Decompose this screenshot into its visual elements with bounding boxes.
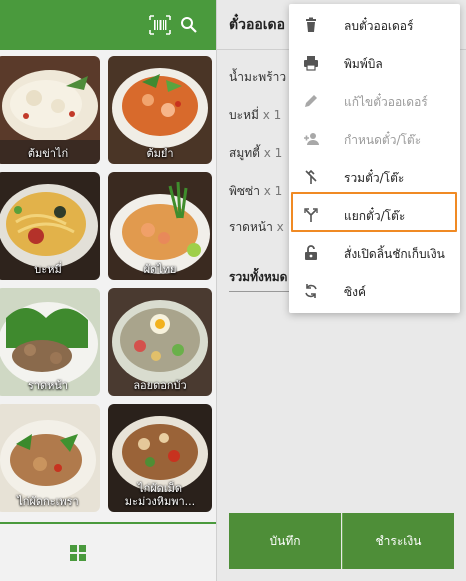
split-icon bbox=[303, 207, 319, 223]
menu-item-label: ลบตั๋วออเดอร์ bbox=[344, 19, 414, 33]
menu-item-sync[interactable]: ซิงค์ bbox=[289, 272, 460, 310]
order-item[interactable]: ราดหน้า x 1 bbox=[229, 218, 295, 237]
menu-item-delete-order[interactable]: ลบตั๋วออเดอร์ bbox=[289, 6, 460, 44]
menu-tile[interactable]: ต้มยำ bbox=[108, 56, 212, 164]
total-label: รวมทั้งหมด bbox=[229, 270, 288, 284]
menu-item-label: รวมตั๋ว/โต๊ะ bbox=[344, 171, 405, 185]
menu-item-print-bill[interactable]: พิมพ์บิล bbox=[289, 44, 460, 82]
menu-tile[interactable]: ไก่ผัดเม็ด มะม่วงหิมพา... bbox=[108, 404, 212, 512]
menu-item-label: ซิงค์ bbox=[344, 285, 367, 299]
printer-icon bbox=[303, 55, 319, 71]
menu-tile-label: ต้มข่าไก่ bbox=[27, 147, 69, 160]
order-item-name: บะหมี่ bbox=[229, 108, 259, 122]
order-title: ตั๋วออเดอ bbox=[229, 17, 286, 33]
pay-button[interactable]: ชำระเงิน bbox=[342, 513, 454, 569]
divider bbox=[229, 291, 289, 292]
sync-icon bbox=[303, 283, 319, 299]
menu-tile-label: บะหมี่ bbox=[34, 263, 62, 276]
order-item-name: น้ำมะพร้าว bbox=[229, 70, 287, 84]
order-item-qty: x 1 bbox=[263, 146, 283, 160]
menu-item-assign-table[interactable]: กำหนดตั๋ว/โต๊ะ bbox=[289, 120, 460, 158]
menu-tile[interactable]: บะหมี่ bbox=[0, 172, 100, 280]
menu-tile-label: ไก่ผัดเม็ด มะม่วงหิมพา... bbox=[124, 482, 196, 508]
menu-item-label: แก้ไขตั๋วออเดอร์ bbox=[344, 95, 428, 109]
menu-item-label: สั่งเปิดลิ้นชักเก็บเงิน bbox=[344, 247, 445, 261]
menu-tile-label: ราดหน้า bbox=[27, 379, 69, 392]
menu-item-label: พิมพ์บิล bbox=[344, 57, 383, 71]
order-item-name: ราดหน้า bbox=[229, 220, 273, 234]
order-item[interactable]: สมูทตี้ x 1 bbox=[229, 144, 282, 163]
menu-tile-label: ลอยดอกบัว bbox=[133, 379, 187, 392]
save-button[interactable]: บันทึก bbox=[229, 513, 341, 569]
order-item[interactable]: พิซซ่า x 1 bbox=[229, 182, 282, 201]
menu-tile-label: ต้มยำ bbox=[146, 147, 174, 160]
menu-item-split-table[interactable]: แยกตั๋ว/โต๊ะ bbox=[289, 196, 460, 234]
order-actions-menu: ลบตั๋วออเดอร์ พิมพ์บิล แก้ไขตั๋วออเดอร์ … bbox=[289, 4, 460, 313]
product-header bbox=[0, 0, 216, 50]
assign-person-icon bbox=[303, 131, 319, 147]
merge-icon bbox=[303, 169, 319, 185]
trash-icon bbox=[303, 17, 319, 33]
order-item[interactable]: บะหมี่ x 1 bbox=[229, 106, 281, 125]
order-item-name: สมูทตี้ bbox=[229, 146, 260, 160]
barcode-icon[interactable] bbox=[149, 15, 171, 35]
menu-item-merge-table[interactable]: รวมตั๋ว/โต๊ะ bbox=[289, 158, 460, 196]
product-footer bbox=[0, 522, 216, 581]
order-item-qty: x 1 bbox=[263, 184, 283, 198]
unlock-icon bbox=[303, 245, 319, 261]
menu-tile-label: ไก่ผัดกะเพรา bbox=[17, 495, 79, 508]
menu-tile[interactable]: ลอยดอกบัว bbox=[108, 288, 212, 396]
pencil-icon bbox=[303, 93, 319, 109]
menu-item-label: แยกตั๋ว/โต๊ะ bbox=[344, 209, 406, 223]
search-icon[interactable] bbox=[179, 15, 201, 35]
menu-tile[interactable]: ต้มข่าไก่ bbox=[0, 56, 100, 164]
order-item-qty: x 1 bbox=[262, 108, 282, 122]
product-panel: ต้มข่าไก่ ต้มยำ บะหมี่ ผัดไทย ราดหน้า ลอ… bbox=[0, 0, 216, 581]
menu-grid: ต้มข่าไก่ ต้มยำ บะหมี่ ผัดไทย ราดหน้า ลอ… bbox=[0, 56, 216, 512]
grid-view-icon[interactable] bbox=[70, 545, 86, 561]
menu-item-open-cash-drawer[interactable]: สั่งเปิดลิ้นชักเก็บเงิน bbox=[289, 234, 460, 272]
menu-item-edit-order[interactable]: แก้ไขตั๋วออเดอร์ bbox=[289, 82, 460, 120]
menu-tile[interactable]: ราดหน้า bbox=[0, 288, 100, 396]
order-item-name: พิซซ่า bbox=[229, 184, 260, 198]
menu-tile[interactable]: ไก่ผัดกะเพรา bbox=[0, 404, 100, 512]
menu-tile-label: ผัดไทย bbox=[143, 263, 177, 276]
menu-item-label: กำหนดตั๋ว/โต๊ะ bbox=[344, 133, 422, 147]
menu-tile[interactable]: ผัดไทย bbox=[108, 172, 212, 280]
